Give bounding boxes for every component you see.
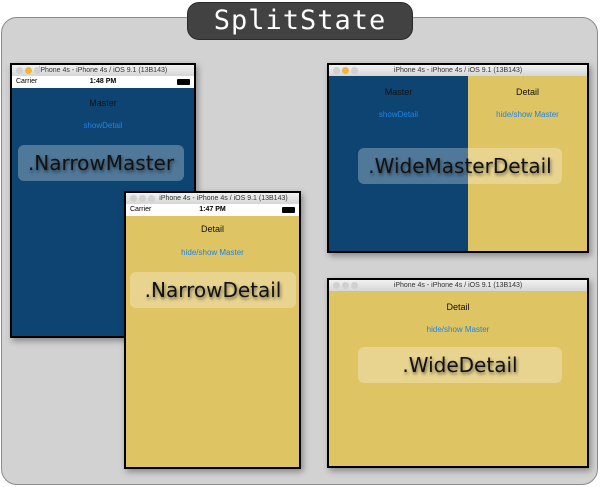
simulator-wide-detail: iPhone 4s - iPhone 4s / iOS 9.1 (13B143)… [327,278,589,468]
master-nav-title: Master [384,87,413,97]
status-time: 1:48 PM [89,78,117,85]
window-title: iPhone 4s - iPhone 4s / iOS 9.1 (13B143) [393,67,523,74]
detail-nav-title: Detail [446,302,470,312]
page-title: SplitState [187,2,413,40]
hide-show-master-link[interactable]: hide/show Master [126,248,299,257]
simulator-narrow-detail: iPhone 4s - iPhone 4s / iOS 9.1 (13B143)… [124,191,301,469]
close-button[interactable] [333,282,340,289]
minimize-button[interactable] [25,67,32,74]
master-nav-title: Master [89,98,117,108]
zoom-button[interactable] [351,282,358,289]
close-button[interactable] [333,67,340,74]
state-label-narrow-master: .NarrowMaster [18,145,184,181]
show-detail-link[interactable]: showDetail [329,110,468,119]
minimize-button[interactable] [139,195,146,202]
zoom-button[interactable] [351,67,358,74]
minimize-button[interactable] [342,282,349,289]
status-time: 1:47 PM [199,206,226,213]
window-titlebar: iPhone 4s - iPhone 4s / iOS 9.1 (13B143) [329,280,587,291]
minimize-button[interactable] [342,67,349,74]
status-bar: Carrier 1:48 PM [12,76,194,88]
battery-icon [177,79,190,85]
detail-pane: Detail hide/show Master .NarrowDetail [126,216,299,467]
window-titlebar: iPhone 4s - iPhone 4s / iOS 9.1 (13B143) [126,193,299,204]
close-button[interactable] [130,195,137,202]
window-title: iPhone 4s - iPhone 4s / iOS 9.1 (13B143) [38,67,168,74]
detail-nav-title: Detail [200,224,224,234]
window-title: iPhone 4s - iPhone 4s / iOS 9.1 (13B143) [159,195,288,202]
zoom-button[interactable] [34,67,41,74]
close-button[interactable] [16,67,23,74]
state-label-narrow-detail: .NarrowDetail [130,272,296,308]
detail-pane: Detail hide/show Master .WideDetail [329,291,587,466]
window-titlebar: iPhone 4s - iPhone 4s / iOS 9.1 (13B143) [12,65,194,76]
window-titlebar: iPhone 4s - iPhone 4s / iOS 9.1 (13B143) [329,65,587,76]
detail-nav-title: Detail [515,87,539,97]
show-detail-link[interactable]: showDetail [12,121,194,130]
hide-show-master-link[interactable]: hide/show Master [329,325,587,334]
zoom-button[interactable] [148,195,155,202]
state-label-wide-master-detail: .WideMasterDetail [358,148,562,184]
battery-icon [282,207,295,213]
simulator-wide-master-detail: iPhone 4s - iPhone 4s / iOS 9.1 (13B143)… [327,63,589,253]
status-bar: Carrier 1:47 PM [126,204,299,216]
window-title: iPhone 4s - iPhone 4s / iOS 9.1 (13B143) [393,282,523,289]
state-label-wide-detail: .WideDetail [358,347,562,383]
hide-show-master-link[interactable]: hide/show Master [468,110,587,119]
